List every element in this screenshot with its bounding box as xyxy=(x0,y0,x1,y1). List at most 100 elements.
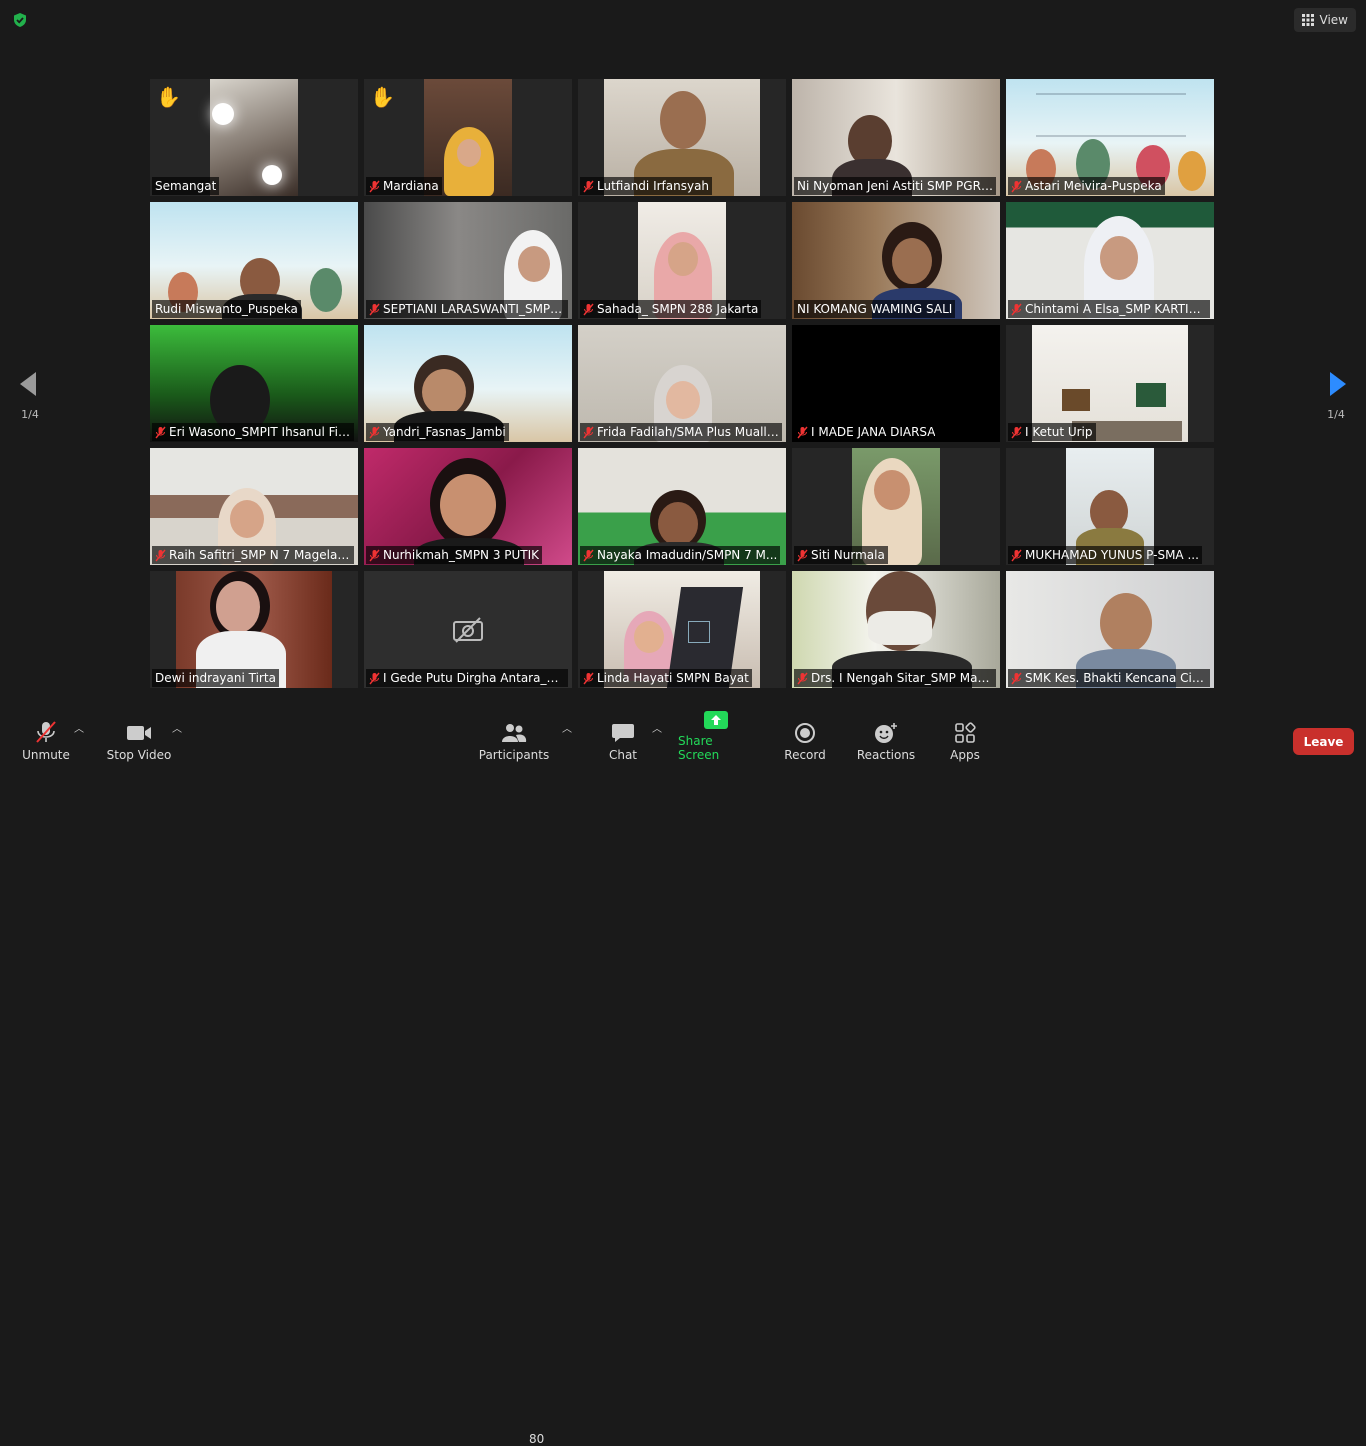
audio-options-chevron-icon[interactable]: ︿ xyxy=(74,720,84,735)
chat-button[interactable]: Chat xyxy=(600,710,646,768)
participant-name-label: Frida Fadilah/SMA Plus Mualli... xyxy=(580,423,782,441)
muted-mic-icon xyxy=(369,549,380,561)
participant-name-label: Ni Nyoman Jeni Astiti SMP PGRI ... xyxy=(794,177,996,195)
participant-tile[interactable]: Frida Fadilah/SMA Plus Mualli... xyxy=(578,325,786,442)
unmute-button[interactable]: Unmute xyxy=(18,710,74,768)
participant-tile[interactable]: Siti Nurmala xyxy=(792,448,1000,565)
muted-mic-icon xyxy=(155,549,166,561)
participant-name-label: Eri Wasono_SMPIT Ihsanul Fik... xyxy=(152,423,354,441)
muted-mic-icon xyxy=(1011,549,1022,561)
participants-options-chevron-icon[interactable]: ︿ xyxy=(562,720,572,735)
share-screen-button[interactable]: Share Screen xyxy=(678,710,754,768)
participant-tile[interactable]: Linda Hayati SMPN Bayat xyxy=(578,571,786,688)
view-button[interactable]: View xyxy=(1293,8,1356,32)
record-button[interactable]: Record xyxy=(782,710,828,768)
muted-mic-icon xyxy=(1011,180,1022,192)
participant-name-label: Semangat xyxy=(152,177,220,195)
muted-mic-icon xyxy=(369,303,380,315)
participant-name-label: Nurhikmah_SMPN 3 PUTIK xyxy=(366,546,543,564)
camera-off-icon xyxy=(453,616,483,643)
participant-tile[interactable]: Lutfiandi Irfansyah xyxy=(578,79,786,196)
record-icon xyxy=(795,723,815,743)
muted-mic-icon xyxy=(36,721,56,743)
leave-button[interactable]: Leave xyxy=(1293,728,1354,755)
muted-mic-icon xyxy=(797,672,808,684)
participants-button[interactable]: Participants xyxy=(478,710,550,768)
participant-tile[interactable]: Nurhikmah_SMPN 3 PUTIK xyxy=(364,448,572,565)
participant-tile[interactable]: ✋ Mardiana xyxy=(364,79,572,196)
raised-hand-icon: ✋ xyxy=(156,85,181,109)
participant-tile[interactable]: Ni Nyoman Jeni Astiti SMP PGRI ... xyxy=(792,79,1000,196)
muted-mic-icon xyxy=(583,549,594,561)
stop-video-button[interactable]: Stop Video xyxy=(104,710,174,768)
participant-tile[interactable]: Sahada_ SMPN 288 Jakarta xyxy=(578,202,786,319)
muted-mic-icon xyxy=(1011,303,1022,315)
participants-count: 80 xyxy=(529,1432,545,1446)
participant-name-label: Siti Nurmala xyxy=(794,546,888,564)
emoji-reaction-icon xyxy=(875,723,897,743)
participant-name-label: Nayaka Imadudin/SMPN 7 M... xyxy=(580,546,781,564)
muted-mic-icon xyxy=(155,426,166,438)
participant-name-label: SEPTIANI LARASWANTI_SMPN... xyxy=(366,300,568,318)
participant-tile[interactable]: Drs. I Nengah Sitar_SMP Mad... xyxy=(792,571,1000,688)
next-page-arrow-icon[interactable] xyxy=(1326,370,1350,398)
muted-mic-icon xyxy=(369,426,380,438)
muted-mic-icon xyxy=(797,426,808,438)
participant-tile[interactable]: I Gede Putu Dirgha Antara_S... xyxy=(364,571,572,688)
chat-options-chevron-icon[interactable]: ︿ xyxy=(652,720,662,735)
participant-name-label: Linda Hayati SMPN Bayat xyxy=(580,669,752,687)
participant-name-label: MUKHAMAD YUNUS P-SMA ... xyxy=(1008,546,1202,564)
participant-name-label: Dewi indrayani Tirta xyxy=(152,669,279,687)
share-screen-label: Share Screen xyxy=(678,734,720,762)
shield-icon[interactable] xyxy=(12,12,28,28)
muted-mic-icon xyxy=(369,672,380,684)
muted-mic-icon xyxy=(583,180,594,192)
participant-video xyxy=(210,79,298,196)
participant-name-label: I Ketut Urip xyxy=(1008,423,1096,441)
record-label: Record xyxy=(784,748,826,762)
participant-tile[interactable]: SMK Kes. Bhakti Kencana Cim... xyxy=(1006,571,1214,688)
participant-tile[interactable]: Nayaka Imadudin/SMPN 7 M... xyxy=(578,448,786,565)
participant-tile[interactable]: ✋ Semangat xyxy=(150,79,358,196)
apps-button[interactable]: Apps xyxy=(944,710,986,768)
video-camera-icon xyxy=(127,726,151,740)
participant-name-label: NI KOMANG WAMING SALI xyxy=(794,300,956,318)
apps-label: Apps xyxy=(950,748,980,762)
gallery-grid: ✋ Semangat ✋ Mardiana Lutfiandi Irfansya… xyxy=(150,79,1214,688)
muted-mic-icon xyxy=(1011,426,1022,438)
participant-name-label: Sahada_ SMPN 288 Jakarta xyxy=(580,300,762,318)
participant-tile[interactable]: Rudi Miswanto_Puspeka xyxy=(150,202,358,319)
participant-name-label: I Gede Putu Dirgha Antara_S... xyxy=(366,669,568,687)
participant-name-label: Yandri_Fasnas_Jambi xyxy=(366,423,509,441)
participant-tile[interactable]: Astari Meivira-Puspeka xyxy=(1006,79,1214,196)
participant-tile[interactable]: Raih Safitri_SMP N 7 Magelang xyxy=(150,448,358,565)
participant-tile[interactable]: Yandri_Fasnas_Jambi xyxy=(364,325,572,442)
participants-icon xyxy=(502,724,527,742)
reactions-button[interactable]: Reactions xyxy=(856,710,916,768)
reactions-label: Reactions xyxy=(856,748,916,762)
muted-mic-icon xyxy=(583,426,594,438)
apps-icon xyxy=(955,722,976,743)
meeting-toolbar: Unmute ︿ Stop Video ︿ Participants 80 ︿ … xyxy=(0,710,1366,1446)
participant-tile[interactable]: Dewi indrayani Tirta xyxy=(150,571,358,688)
video-options-chevron-icon[interactable]: ︿ xyxy=(172,720,182,735)
participant-tile[interactable]: Chintami A Elsa_SMP KARTIKA... xyxy=(1006,202,1214,319)
muted-mic-icon xyxy=(583,672,594,684)
participant-tile[interactable]: NI KOMANG WAMING SALI xyxy=(792,202,1000,319)
participant-name-label: SMK Kes. Bhakti Kencana Cim... xyxy=(1008,669,1210,687)
participant-tile[interactable]: MUKHAMAD YUNUS P-SMA ... xyxy=(1006,448,1214,565)
chat-bubble-icon xyxy=(612,724,634,742)
participant-tile[interactable]: SEPTIANI LARASWANTI_SMPN... xyxy=(364,202,572,319)
participant-name-label: Astari Meivira-Puspeka xyxy=(1008,177,1165,195)
muted-mic-icon xyxy=(797,549,808,561)
participant-name-label: I MADE JANA DIARSA xyxy=(794,423,939,441)
participant-name-label: Lutfiandi Irfansyah xyxy=(580,177,713,195)
prev-page-arrow-icon[interactable] xyxy=(16,370,40,398)
participant-tile[interactable]: Eri Wasono_SMPIT Ihsanul Fik... xyxy=(150,325,358,442)
participant-name-label: Chintami A Elsa_SMP KARTIKA... xyxy=(1008,300,1210,318)
muted-mic-icon xyxy=(583,303,594,315)
participant-name-label: Rudi Miswanto_Puspeka xyxy=(152,300,301,318)
participant-tile[interactable]: I MADE JANA DIARSA xyxy=(792,325,1000,442)
unmute-label: Unmute xyxy=(22,748,70,762)
participant-tile[interactable]: I Ketut Urip xyxy=(1006,325,1214,442)
